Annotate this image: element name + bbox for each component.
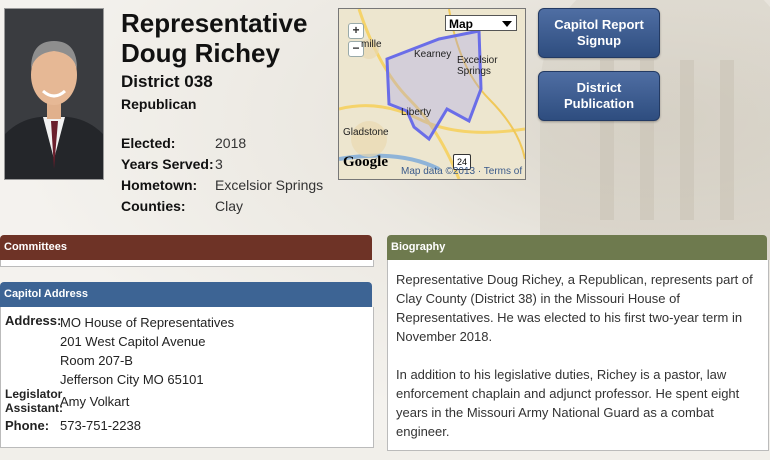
biography-paragraph: In addition to his legislative duties, R…: [396, 367, 740, 439]
fact-label: Counties:: [121, 198, 186, 214]
column-decoration: [680, 60, 694, 220]
fact-years-served: Years Served:3: [121, 154, 323, 175]
fact-label: Hometown:: [121, 177, 198, 193]
fact-label: Years Served:: [121, 156, 214, 172]
assistant-value: Amy Volkart: [60, 394, 130, 409]
map-attribution-link[interactable]: Map data ©2013 · Terms of Use: [401, 166, 525, 177]
map-label-liberty: Liberty: [401, 107, 432, 118]
biography-text: Representative Doug Richey, a Republican…: [396, 270, 758, 460]
address-line: MO House of Representatives: [60, 315, 235, 330]
address-lines: MO House of Representatives 201 West Cap…: [60, 313, 234, 389]
capitol-address-header[interactable]: Capitol Address: [0, 282, 372, 307]
committees-panel: [0, 260, 374, 267]
district-number: District 038: [121, 72, 213, 91]
button-label: Capitol Report Signup: [554, 17, 644, 48]
party-affiliation: Republican: [121, 96, 197, 112]
map-type-label: Map: [449, 17, 473, 31]
address-line: Jefferson City MO 65101: [60, 372, 204, 387]
map-label-partial: mille: [361, 39, 382, 50]
name-text: Representative Doug Richey: [121, 8, 308, 68]
map-label-gladstone: Gladstone: [343, 127, 389, 138]
fact-value: Clay: [215, 198, 244, 214]
google-logo: Google: [343, 154, 388, 170]
fact-elected: Elected: 2018: [121, 133, 323, 154]
chevron-down-icon: [502, 21, 512, 27]
fact-value: Excelsior Springs: [215, 177, 324, 193]
map-type-select[interactable]: Map: [445, 15, 517, 31]
phone-label: Phone:: [5, 418, 50, 433]
address-label: Address:: [5, 313, 62, 328]
phone-value[interactable]: 573-751-2238: [60, 416, 141, 435]
profile-facts: Elected: 2018 Years Served:3 Hometown: Exc…: [121, 133, 323, 217]
column-decoration: [720, 60, 734, 220]
map-label-excelsior: Excelsior Springs: [457, 55, 498, 77]
committees-header[interactable]: Committees: [0, 235, 372, 260]
address-line: 201 West Capitol Avenue: [60, 334, 206, 349]
capitol-report-signup-button[interactable]: Capitol Report Signup: [538, 8, 660, 58]
fact-counties: Counties: Clay: [121, 196, 323, 217]
fact-value: 3: [215, 156, 223, 172]
fact-hometown: Hometown: Excelsior Springs: [121, 175, 323, 196]
button-label: District Publication: [563, 80, 635, 111]
address-line: Room 207-B: [60, 353, 133, 368]
capitol-address-panel: Address: MO House of Representatives 201…: [0, 307, 374, 448]
biography-paragraph: Representative Doug Richey, a Republican…: [396, 272, 753, 344]
biography-header[interactable]: Biography: [387, 235, 767, 260]
fact-label: Elected:: [121, 135, 176, 151]
assistant-label: Legislator Assistant:: [5, 387, 64, 415]
biography-panel: Representative Doug Richey, a Republican…: [387, 260, 769, 451]
map-label-kearney: Kearney: [414, 49, 452, 60]
fact-value: 2018: [215, 135, 247, 151]
zoom-in-button[interactable]: +: [348, 23, 364, 39]
representative-photo: [4, 8, 104, 180]
representative-name: Representative Doug Richey: [121, 8, 307, 68]
district-publication-button[interactable]: District Publication: [538, 71, 660, 121]
district-map[interactable]: Map + − Kearney Excelsior Springs Libert…: [338, 8, 526, 180]
